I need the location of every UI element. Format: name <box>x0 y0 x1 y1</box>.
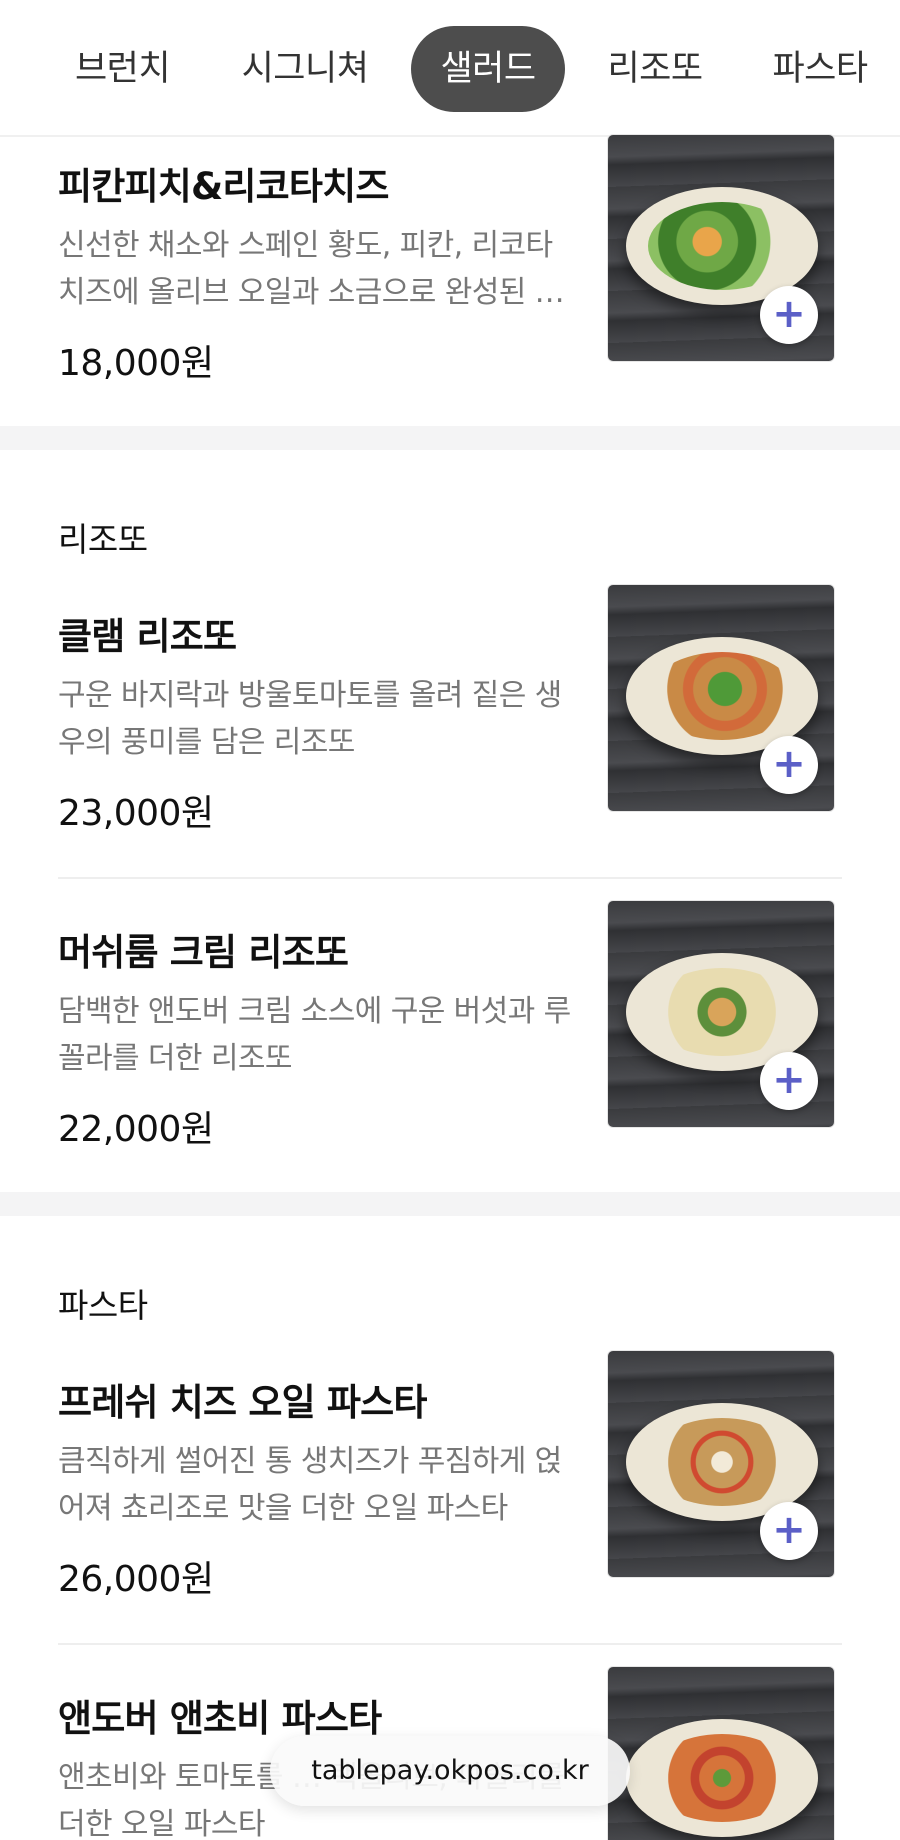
menu-item-price: 26,000원 <box>58 1559 214 1600</box>
risotto-shape <box>648 652 796 740</box>
tab-risotto[interactable]: 리조또 <box>590 26 720 112</box>
add-to-cart-button[interactable]: + <box>760 286 818 344</box>
tab-brunch[interactable]: 브런치 <box>55 26 190 112</box>
menu-item-price: 18,000원 <box>58 343 214 384</box>
pasta-shape <box>648 1418 796 1506</box>
section-divider <box>0 426 900 450</box>
add-to-cart-button[interactable]: + <box>760 736 818 794</box>
section-title-risotto: 리조또 <box>58 520 148 559</box>
risotto-shape <box>648 968 796 1056</box>
section-title-pasta: 파스타 <box>58 1286 148 1325</box>
browser-url-bar[interactable]: tablepay.okpos.co.kr <box>270 1736 630 1806</box>
menu-item-description: 큼직하게 썰어진 통 생치즈가 푸짐하게 얹어져 쵸리조로 맛을 더한 오일 파… <box>58 1444 562 1526</box>
menu-item-name: 클램 리조또 <box>58 615 237 658</box>
menu-item-name: 피칸피치&리코타치즈 <box>58 165 389 208</box>
menu-item-price: 23,000원 <box>58 793 214 834</box>
pasta-shape <box>648 1734 796 1822</box>
menu-item-description: 신선한 채소와 스페인 황도, 피칸, 리코타 치즈에 올리브 오일과 소금으로… <box>58 228 565 310</box>
menu-item-description: 구운 바지락과 방울토마토를 올려 짙은 생우의 풍미를 담은 리조또 <box>58 678 562 760</box>
tab-salad[interactable]: 샐러드 <box>411 26 565 112</box>
plate-shape <box>626 1719 818 1837</box>
menu-item-name: 앤도버 앤초비 파스타 <box>58 1697 382 1740</box>
tab-pasta[interactable]: 파스타 <box>755 26 885 112</box>
menu-item-name: 머쉬룸 크림 리조또 <box>58 931 349 974</box>
item-divider <box>58 877 842 879</box>
add-to-cart-button[interactable]: + <box>760 1052 818 1110</box>
menu-item-description: 담백한 앤도버 크림 소스에 구운 버섯과 루꼴라를 더한 리조또 <box>58 994 571 1076</box>
item-divider <box>58 1643 842 1645</box>
menu-item-price: 22,000원 <box>58 1109 214 1150</box>
add-to-cart-button[interactable]: + <box>760 1502 818 1560</box>
section-divider <box>0 1192 900 1216</box>
category-tab-bar: 브런치 시그니쳐 샐러드 리조또 파스타 <box>0 0 900 137</box>
tab-signature[interactable]: 시그니쳐 <box>225 26 385 112</box>
salad-shape <box>648 202 796 290</box>
menu-item-name: 프레쉬 치즈 오일 파스타 <box>58 1381 427 1424</box>
anchovy-pasta-photo[interactable] <box>607 1666 835 1840</box>
